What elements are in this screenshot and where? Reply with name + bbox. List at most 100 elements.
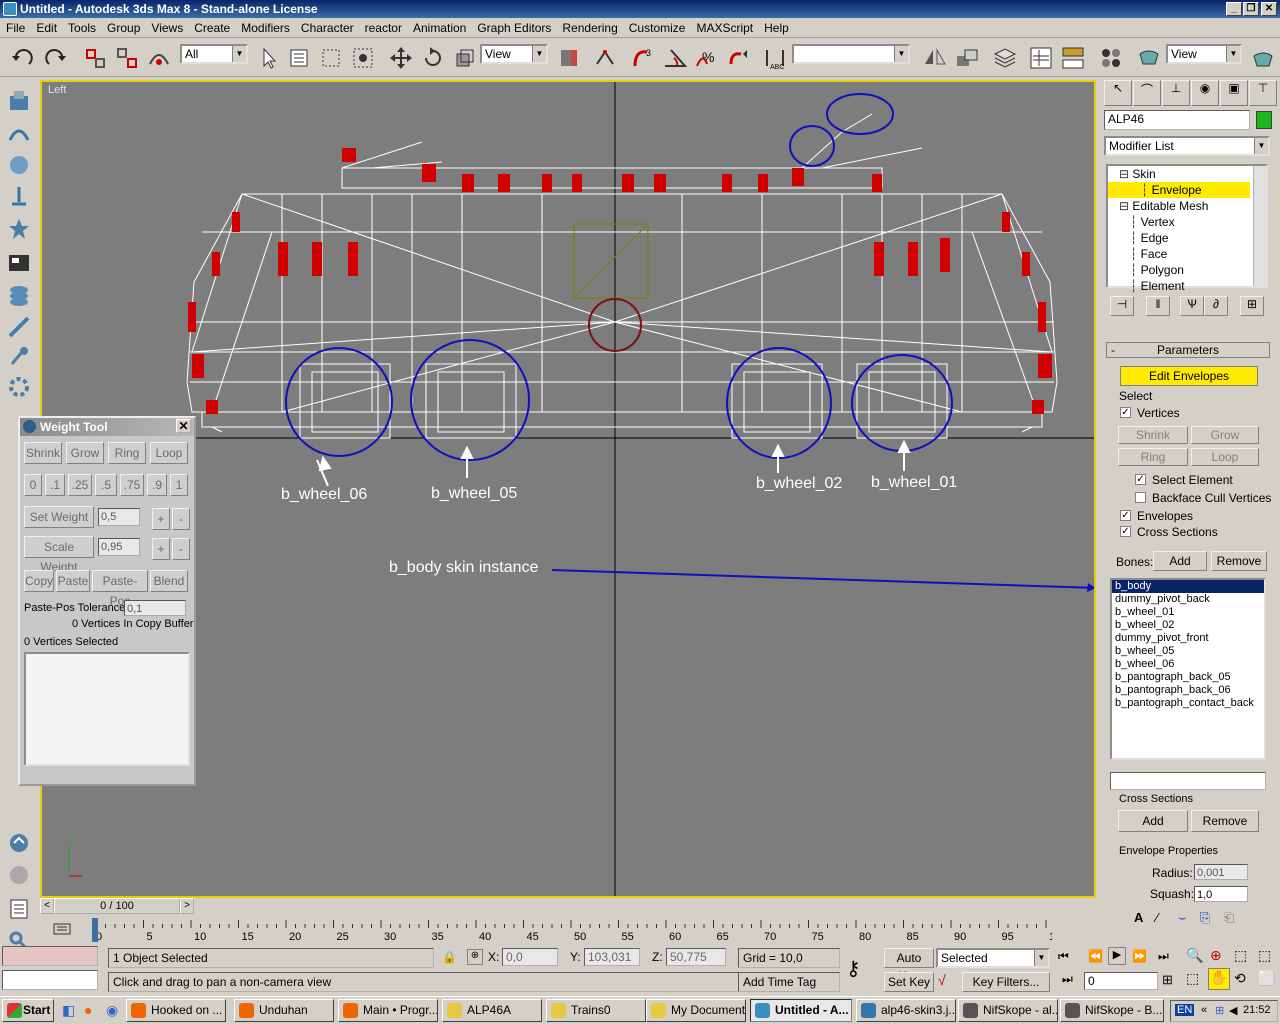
- scale-weight-button[interactable]: Scale Weight: [24, 536, 94, 574]
- configure-modifier-sets-icon[interactable]: ⊞: [1240, 296, 1264, 316]
- chevron-left-icon[interactable]: <: [40, 898, 54, 914]
- key-icon[interactable]: ⚷: [846, 956, 861, 981]
- unlink-selection-icon[interactable]: [112, 43, 140, 71]
- select-and-scale-icon[interactable]: [450, 43, 478, 71]
- bone-list-item[interactable]: dummy_pivot_front: [1112, 632, 1264, 645]
- utilities-tab-icon[interactable]: ⊤: [1249, 80, 1277, 106]
- selection-filter-dropdown[interactable]: All ▼: [180, 44, 248, 64]
- dynamics-icon[interactable]: [6, 374, 32, 400]
- y-coordinate-field[interactable]: 103,031: [584, 948, 640, 966]
- radius-spinner[interactable]: 0,001: [1194, 864, 1248, 880]
- schematic-view-icon[interactable]: [1058, 43, 1086, 71]
- taskbar-task[interactable]: Unduhan: [234, 999, 334, 1022]
- zoom-extents-icon[interactable]: ⬚: [1234, 947, 1247, 964]
- paste-envelope-icon[interactable]: ⎗: [1224, 910, 1234, 926]
- track-bar-toggle-icon[interactable]: [52, 920, 72, 940]
- bind-to-space-warp-icon[interactable]: [144, 43, 172, 71]
- rectangular-selection-icon[interactable]: [316, 43, 344, 71]
- modifier-stack-item[interactable]: ┆ Edge: [1108, 230, 1266, 246]
- scale-weight-spinner[interactable]: 0,95: [98, 538, 140, 556]
- x-coordinate-field[interactable]: 0,0: [502, 948, 558, 966]
- current-frame-marker[interactable]: [92, 918, 98, 942]
- helpers-icon[interactable]: [6, 216, 32, 242]
- taskbar-task[interactable]: ALP46A: [442, 999, 542, 1022]
- lock-selection-icon[interactable]: 🔒: [442, 950, 457, 964]
- menu-item-animation[interactable]: Animation: [407, 18, 471, 35]
- taskbar-task[interactable]: NifSkope - B...: [1060, 999, 1164, 1022]
- previous-frame-icon[interactable]: ⏪: [1088, 949, 1103, 963]
- bones-list[interactable]: b_body dummy_pivot_back b_wheel_01 b_wheel_…: [1110, 578, 1266, 760]
- cross-section-remove-button[interactable]: Remove: [1191, 810, 1259, 832]
- render-type-dropdown[interactable]: View ▼: [1166, 44, 1242, 64]
- render-scene-icon[interactable]: [1134, 43, 1162, 71]
- volume-icon[interactable]: ◀: [1229, 1004, 1237, 1017]
- weight-0-1-button[interactable]: .1: [45, 474, 65, 496]
- paste-pos-tolerance-spinner[interactable]: 0,1: [124, 600, 186, 616]
- modifier-stack-item[interactable]: ┆ Vertex: [1108, 214, 1266, 230]
- menu-item-file[interactable]: File: [0, 18, 30, 35]
- auto-key-button[interactable]: Auto Key: [884, 948, 934, 983]
- envelopes-checkbox[interactable]: ✓: [1120, 510, 1131, 521]
- bone-list-item[interactable]: b_pantograph_back_06: [1112, 684, 1264, 697]
- close-icon[interactable]: ✕: [176, 419, 191, 433]
- blend-button[interactable]: Blend: [150, 570, 188, 592]
- menu-item-create[interactable]: Create: [188, 18, 235, 35]
- show-end-result-icon[interactable]: ‖: [1146, 296, 1170, 316]
- create-tab-icon[interactable]: ↖: [1104, 80, 1132, 106]
- start-button[interactable]: Start: [2, 999, 54, 1022]
- region-zoom-icon[interactable]: ⬚: [1186, 970, 1199, 987]
- set-key-button[interactable]: Set Key: [884, 972, 934, 992]
- edit-named-selection-icon[interactable]: ABC: [760, 43, 788, 71]
- grow-button[interactable]: Grow: [1191, 426, 1259, 444]
- tray-expand-icon[interactable]: «: [1201, 1004, 1207, 1016]
- menu-item-modifiers[interactable]: Modifiers: [235, 18, 295, 35]
- angle-snap-icon[interactable]: [660, 43, 688, 71]
- ring-button[interactable]: Ring: [1118, 448, 1188, 466]
- use-pivot-center-icon[interactable]: [554, 43, 582, 71]
- maxscript-mini-field[interactable]: [2, 970, 98, 990]
- object-name-field[interactable]: ALP46: [1104, 110, 1250, 130]
- absolute-mode-icon[interactable]: ⊕: [467, 949, 483, 965]
- menu-item-maxscript[interactable]: MAXScript: [690, 18, 758, 35]
- taskbar-task[interactable]: NifSkope - al...: [958, 999, 1058, 1022]
- absolute-effect-icon[interactable]: A: [1134, 910, 1143, 925]
- modifier-stack-item[interactable]: ┆ Element: [1108, 278, 1266, 294]
- wt-loop-button[interactable]: Loop: [150, 442, 188, 464]
- key-mode-toggle-icon[interactable]: ⏭: [1062, 972, 1073, 987]
- window-crossing-icon[interactable]: [348, 43, 376, 71]
- taskbar-task[interactable]: My Documents: [646, 999, 746, 1022]
- bones-remove-button[interactable]: Remove: [1211, 551, 1267, 571]
- current-frame-field[interactable]: 0: [1084, 972, 1158, 990]
- backface-cull-checkbox[interactable]: [1135, 492, 1146, 503]
- taskbar-task[interactable]: Trains0: [546, 999, 646, 1022]
- select-and-link-icon[interactable]: [80, 43, 108, 71]
- bones-add-button[interactable]: Add: [1153, 551, 1207, 571]
- taskbar-task[interactable]: Hooked on ...: [126, 999, 226, 1022]
- select-object-icon[interactable]: [254, 43, 282, 71]
- sphere-icon[interactable]: [6, 152, 32, 178]
- cross-section-add-button[interactable]: Add: [1118, 810, 1188, 832]
- remove-modifier-icon[interactable]: ∂: [1204, 296, 1228, 316]
- curve-editor-icon[interactable]: [1026, 43, 1054, 71]
- mirror-icon[interactable]: [920, 43, 948, 71]
- compounds-icon[interactable]: [6, 250, 32, 276]
- patch-grids-icon[interactable]: [6, 314, 32, 340]
- scale-weight-plus-button[interactable]: +: [152, 538, 170, 560]
- snaps-toggle-icon[interactable]: 3: [628, 43, 656, 71]
- select-and-manipulate-icon[interactable]: [590, 43, 618, 71]
- menu-item-views[interactable]: Views: [145, 18, 188, 35]
- particles-icon[interactable]: [6, 282, 32, 308]
- reference-coordinate-dropdown[interactable]: View ▼: [480, 44, 548, 64]
- bone-list-item[interactable]: b_body: [1112, 580, 1264, 593]
- modifier-stack-item[interactable]: ⊟ Editable Mesh: [1108, 198, 1266, 214]
- modify-tab-icon[interactable]: ⌒: [1133, 80, 1161, 106]
- percent-snap-icon[interactable]: %: [692, 43, 720, 71]
- zoom-icon[interactable]: 🔍: [1186, 947, 1203, 964]
- modifier-stack-item[interactable]: ┆ Polygon: [1108, 262, 1266, 278]
- wt-ring-button[interactable]: Ring: [108, 442, 146, 464]
- restore-button[interactable]: ❐: [1243, 2, 1259, 16]
- arc-rotate-icon[interactable]: ⟲: [1234, 970, 1246, 987]
- scale-weight-minus-button[interactable]: -: [172, 538, 190, 560]
- align-icon[interactable]: [952, 43, 980, 71]
- set-weight-minus-button[interactable]: -: [172, 508, 190, 530]
